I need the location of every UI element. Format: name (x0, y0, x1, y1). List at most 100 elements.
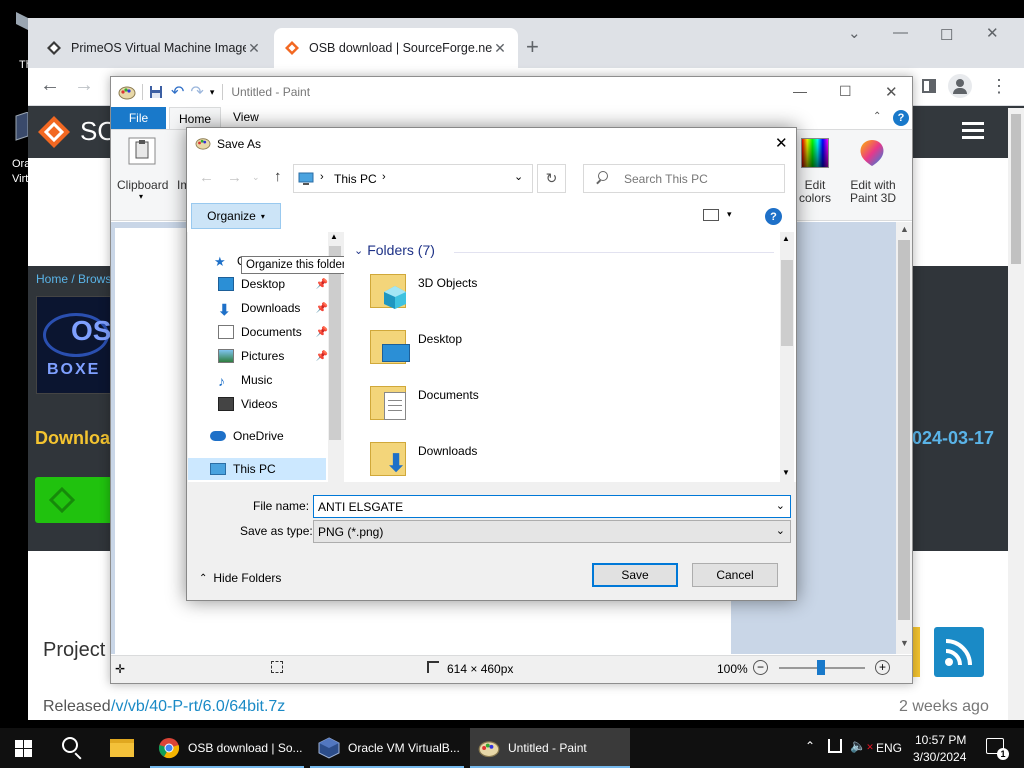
browser-scrollbar[interactable] (1008, 108, 1024, 720)
tab-file[interactable]: File (111, 107, 166, 129)
language-indicator[interactable]: ENG (876, 741, 902, 755)
rss-icon[interactable] (934, 627, 984, 677)
volume-muted-icon[interactable]: 🔈✕ (850, 738, 874, 754)
ribbon-collapse-chevron-icon[interactable]: ⌃ (873, 111, 881, 122)
network-icon[interactable] (828, 739, 842, 753)
sourceforge-favicon-icon (47, 41, 61, 55)
notification-center-icon[interactable]: 1 (986, 738, 1009, 760)
close-window-icon[interactable]: ✕ (986, 24, 999, 42)
back-arrow-icon[interactable]: ← (40, 74, 60, 97)
folders-header-label: Folders (7) (367, 242, 435, 258)
address-bar[interactable]: › This PC › ⌄ (293, 164, 533, 193)
maximize-icon[interactable]: ☐ (839, 83, 852, 100)
nav-item-videos[interactable]: Videos (218, 397, 277, 411)
save-type-dropdown-icon[interactable]: ⌄ (776, 524, 785, 537)
zoom-out-icon[interactable]: − (753, 660, 768, 675)
minimize-icon[interactable]: — (793, 83, 807, 99)
sourceforge-logo-icon[interactable] (36, 114, 72, 150)
close-window-icon[interactable]: ✕ (885, 83, 898, 101)
save-type-select[interactable]: PNG (*.png) ⌄ (313, 520, 791, 543)
help-icon[interactable]: ? (893, 110, 909, 126)
view-options-icon[interactable] (703, 209, 719, 221)
clipboard-button[interactable]: Clipboard ▾ (117, 134, 168, 212)
close-icon[interactable]: ✕ (246, 40, 262, 57)
browser-tab-osb[interactable]: OSB download | SourceForge.net ✕ (274, 28, 518, 68)
project-logo-image: OS BOXE (36, 296, 116, 394)
recent-locations-chevron-icon[interactable]: ⌄ (252, 172, 260, 183)
refresh-icon[interactable]: ↻ (537, 164, 566, 193)
paint-scrollbar[interactable]: ▲ ▼ (896, 222, 912, 654)
folder-item[interactable]: Desktop (370, 326, 462, 368)
folders-group-header[interactable]: ⌄ Folders (7) (354, 242, 435, 258)
show-hidden-icons-chevron-icon[interactable]: ⌃ (805, 739, 815, 753)
taskbar-item-chrome[interactable]: OSB download | So... (150, 728, 304, 768)
browser-menu-icon[interactable]: ⋮ (990, 76, 1008, 97)
taskbar-item-paint[interactable]: Untitled - Paint (470, 728, 630, 768)
forward-arrow-icon[interactable]: → (74, 74, 94, 97)
cancel-button[interactable]: Cancel (692, 563, 778, 587)
view-dropdown-icon[interactable]: ▾ (727, 209, 732, 220)
hamburger-menu-icon[interactable] (962, 122, 984, 140)
new-tab-plus-icon[interactable]: + (526, 34, 539, 60)
folders-header-line (454, 252, 774, 253)
download-arrow-icon: ⬇ (386, 450, 407, 477)
search-input[interactable]: Search This PC (583, 164, 785, 193)
cursor-position-icon: ✛ (115, 662, 126, 676)
nav-item-this-pc[interactable]: This PC (188, 458, 326, 480)
close-icon[interactable]: ✕ (492, 40, 508, 57)
zoom-slider-thumb[interactable] (817, 660, 825, 675)
tab-view[interactable]: View (233, 110, 259, 124)
search-icon[interactable] (62, 737, 78, 753)
save-button[interactable]: Save (592, 563, 678, 587)
clock-time[interactable]: 10:57 PM (915, 733, 966, 747)
back-arrow-icon[interactable]: ← (199, 169, 214, 186)
folder-item[interactable]: 3D Objects (370, 270, 477, 312)
save-floppy-icon[interactable] (149, 85, 163, 99)
nav-item-downloads[interactable]: ⬇ Downloads 📌 (218, 301, 328, 319)
hide-folders-button[interactable]: ⌃ Hide Folders (199, 571, 281, 585)
profile-avatar[interactable] (948, 74, 972, 98)
clock-date[interactable]: 3/30/2024 (913, 750, 966, 764)
zoom-in-icon[interactable]: + (875, 660, 890, 675)
tab-title: PrimeOS Virtual Machine Image (71, 41, 246, 55)
nav-item-documents[interactable]: Documents 📌 (218, 325, 328, 339)
file-explorer-icon[interactable] (110, 739, 134, 757)
yellow-social-button[interactable] (912, 627, 920, 677)
nav-item-onedrive[interactable]: OneDrive (210, 429, 284, 443)
edit-with-paint3d-button[interactable]: Edit with Paint 3D (843, 134, 903, 212)
nav-item-music[interactable]: ♪ Music (218, 373, 272, 389)
pin-icon: 📌 (315, 302, 328, 314)
breadcrumb[interactable]: Home / Brows (36, 272, 111, 286)
redo-icon[interactable]: ↷ (190, 82, 203, 102)
address-dropdown-icon[interactable]: ⌄ (514, 170, 523, 183)
videos-icon (218, 397, 234, 411)
forward-arrow-icon[interactable]: → (227, 169, 242, 186)
folder-item[interactable]: Documents (370, 382, 479, 424)
file-name-input[interactable]: ANTI ELSGATE ⌄ (313, 495, 791, 518)
quick-access-dropdown-icon[interactable]: ▾ (210, 87, 215, 98)
folder-item[interactable]: ⬇ Downloads (370, 438, 477, 480)
undo-icon[interactable]: ↶ (171, 82, 184, 102)
minimize-icon[interactable]: — (893, 24, 908, 41)
up-arrow-icon[interactable]: ↑ (274, 168, 282, 185)
taskbar-item-virtualbox[interactable]: Oracle VM VirtualB... (310, 728, 464, 768)
organize-button[interactable]: Organize ▾ (191, 203, 281, 229)
start-windows-icon[interactable] (15, 740, 32, 757)
sidepanel-icon[interactable] (922, 79, 936, 93)
nav-item-desktop[interactable]: Desktop 📌 (218, 277, 328, 291)
maximize-icon[interactable]: ☐ (940, 26, 953, 44)
help-icon[interactable]: ? (765, 208, 782, 225)
document-icon (384, 392, 406, 420)
nav-item-pictures[interactable]: Pictures 📌 (218, 349, 328, 363)
tab-search-chevron-icon[interactable]: ⌄ (848, 24, 861, 42)
edit-colors-button[interactable]: Edit colors (793, 134, 837, 212)
desktop-icon-top[interactable] (14, 10, 28, 54)
dialog-close-icon[interactable]: ✕ (775, 134, 788, 152)
browser-tab-primeos[interactable]: PrimeOS Virtual Machine Image ✕ (36, 28, 272, 68)
pin-icon: 📌 (315, 350, 328, 362)
file-name-dropdown-icon[interactable]: ⌄ (776, 499, 785, 512)
file-pane-scrollbar[interactable]: ▲ ▼ (780, 232, 794, 482)
download-button[interactable] (35, 477, 115, 523)
released-path-link[interactable]: /v/vb/40-P-rt/6.0/64bit.7z (111, 698, 285, 716)
chrome-icon (158, 738, 180, 759)
